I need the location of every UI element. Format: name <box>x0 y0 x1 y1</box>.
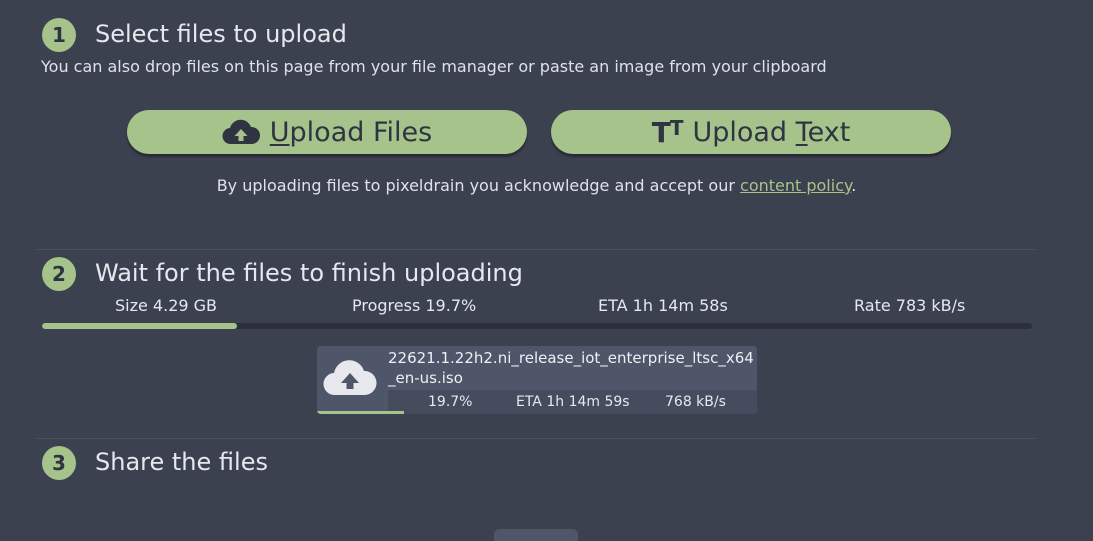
file-progress-text: 19.7% <box>428 394 473 410</box>
step-1-badge: 1 <box>42 18 76 52</box>
cloud-upload-icon <box>222 118 260 146</box>
file-progress-fill <box>317 411 404 414</box>
section-divider <box>36 249 1036 250</box>
step-2-badge: 2 <box>42 257 76 291</box>
upload-file-card[interactable]: 22621.1.22h2.ni_release_iot_enterprise_l… <box>317 346 757 414</box>
step-1-title: Select files to upload <box>95 20 347 48</box>
total-size-stat: Size 4.29 GB <box>115 296 218 315</box>
step-3-badge: 3 <box>42 446 76 480</box>
step-1-subtitle: You can also drop files on this page fro… <box>41 57 827 76</box>
file-progress-bar <box>317 411 757 414</box>
upload-files-button[interactable]: Upload Files <box>127 110 527 154</box>
upload-text-button[interactable]: TT Upload Text <box>551 110 951 154</box>
file-name: 22621.1.22h2.ni_release_iot_enterprise_l… <box>388 349 754 387</box>
cloud-upload-icon <box>323 358 377 402</box>
total-rate-stat: Rate 783 kB/s <box>854 296 966 315</box>
section-divider <box>36 438 1036 439</box>
content-policy-link[interactable]: content policy <box>740 176 851 195</box>
file-eta: ETA 1h 14m 59s <box>516 394 630 410</box>
file-rate: 768 kB/s <box>665 394 726 410</box>
text-size-icon: TT <box>651 115 684 149</box>
step-3-title: Share the files <box>95 448 268 476</box>
total-progress-stat: Progress 19.7% <box>352 296 477 315</box>
total-eta-stat: ETA 1h 14m 58s <box>598 296 728 315</box>
step-2-title: Wait for the files to finish uploading <box>95 259 523 287</box>
bottom-panel-tab[interactable] <box>494 529 578 541</box>
upload-files-label: Upload Files <box>269 116 433 148</box>
content-policy-notice: By uploading files to pixeldrain you ack… <box>216 176 857 195</box>
overall-progress-bar <box>42 323 1032 329</box>
upload-text-label: Upload Text <box>692 116 851 148</box>
overall-progress-fill <box>42 323 238 329</box>
